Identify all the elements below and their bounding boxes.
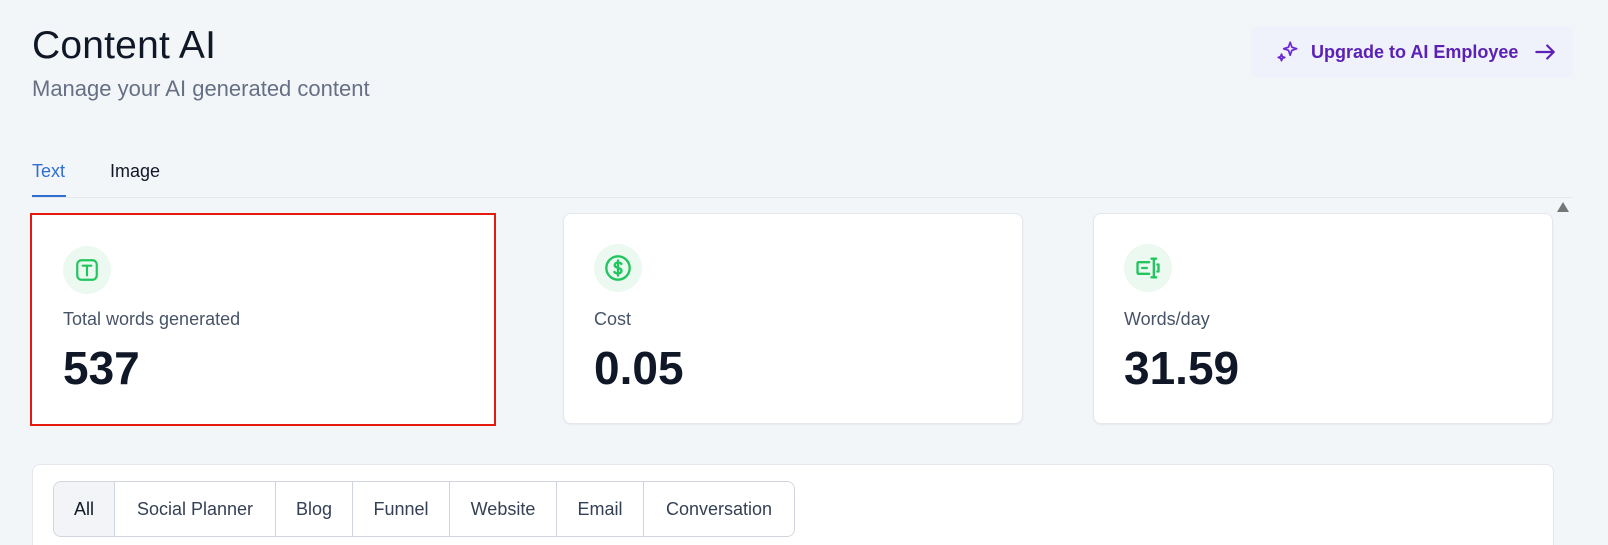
content-list-panel: All Social Planner Blog Funnel Website E… bbox=[32, 464, 1554, 545]
upgrade-label: Upgrade to AI Employee bbox=[1311, 41, 1519, 62]
filter-website[interactable]: Website bbox=[450, 482, 557, 536]
stat-card-total-words: Total words generated 537 bbox=[30, 213, 496, 426]
filter-social-planner[interactable]: Social Planner bbox=[115, 482, 276, 536]
tab-image[interactable]: Image bbox=[110, 161, 160, 182]
content-tabs: Text Image bbox=[32, 150, 1572, 198]
filter-conversation[interactable]: Conversation bbox=[644, 482, 794, 536]
arrow-right-icon bbox=[1535, 44, 1556, 60]
content-ai-page: Content AI Manage your AI generated cont… bbox=[0, 0, 1608, 545]
text-icon bbox=[63, 246, 111, 294]
upgrade-ai-employee-button[interactable]: Upgrade to AI Employee bbox=[1251, 26, 1573, 78]
stat-card-words-per-day: Words/day 31.59 bbox=[1093, 213, 1553, 424]
filter-all[interactable]: All bbox=[54, 482, 115, 536]
scroll-up-arrow-icon[interactable] bbox=[1557, 202, 1569, 212]
filter-blog[interactable]: Blog bbox=[276, 482, 353, 536]
stat-value: 537 bbox=[63, 342, 140, 394]
filter-funnel[interactable]: Funnel bbox=[353, 482, 450, 536]
stat-label: Total words generated bbox=[63, 309, 241, 329]
sparkle-icon bbox=[1277, 41, 1298, 62]
stat-label: Words/day bbox=[1124, 309, 1210, 329]
stat-label: Cost bbox=[594, 309, 632, 329]
words-per-day-icon bbox=[1124, 244, 1172, 292]
stat-value: 31.59 bbox=[1124, 342, 1240, 394]
dollar-icon bbox=[594, 244, 642, 292]
filter-email[interactable]: Email bbox=[557, 482, 644, 536]
stat-card-cost: Cost 0.05 bbox=[563, 213, 1023, 424]
category-filter-group: All Social Planner Blog Funnel Website E… bbox=[53, 481, 795, 537]
tab-text[interactable]: Text bbox=[32, 161, 65, 182]
active-tab-indicator bbox=[32, 195, 66, 197]
page-subtitle: Manage your AI generated content bbox=[32, 76, 370, 101]
scrollbar[interactable] bbox=[1554, 198, 1572, 545]
page-title: Content AI bbox=[32, 24, 217, 67]
stat-value: 0.05 bbox=[594, 342, 684, 394]
